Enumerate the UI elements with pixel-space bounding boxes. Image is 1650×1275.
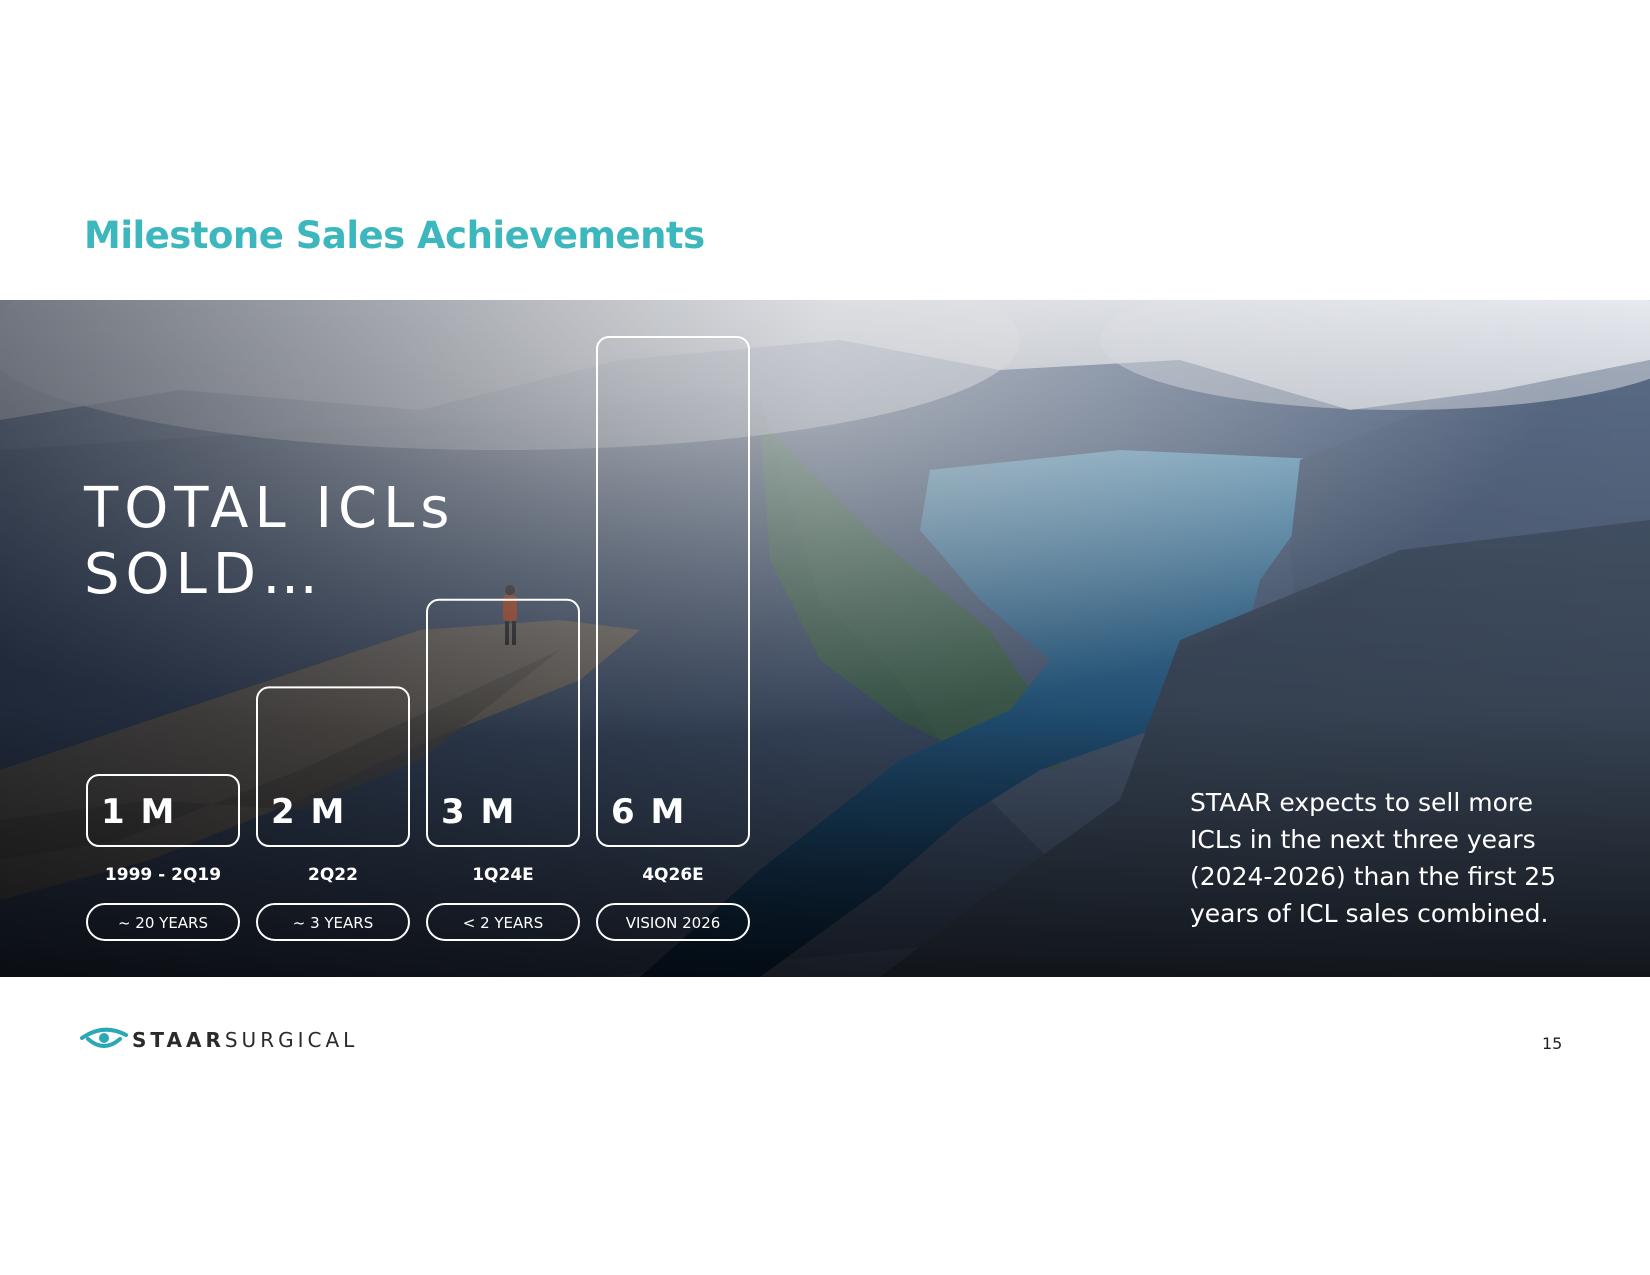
headline: TOTAL ICLs SOLD…: [84, 476, 455, 608]
bar-value-label: 2 M: [271, 792, 346, 832]
category-label: 1999 - 2Q19: [105, 865, 221, 885]
category-label: 2Q22: [308, 865, 358, 885]
bar-4q26e: [596, 336, 750, 847]
forecast-note: STAAR expects to sell more ICLs in the n…: [1190, 788, 1557, 928]
duration-label: ~ 3 YEARS: [293, 914, 374, 932]
staar-eye-logo-icon: [80, 1027, 128, 1048]
duration-label: VISION 2026: [626, 914, 721, 932]
category-label: 1Q24E: [472, 865, 534, 885]
bar-value-label: 6 M: [611, 792, 686, 832]
bar-value-label: 3 M: [441, 792, 516, 832]
headline-line-1: TOTAL ICLs: [84, 476, 456, 541]
page-number: 15: [1542, 1034, 1563, 1053]
duration-label: ~ 20 YEARS: [118, 914, 208, 932]
hero-image: 1 M 1999 - 2Q19 ~ 20 YEARS 2 M 2Q22 ~ 3 YEARS…: [0, 300, 1650, 977]
bar-value-label: 1 M: [101, 792, 176, 832]
duration-label: < 2 YEARS: [463, 914, 544, 932]
category-label: 4Q26E: [642, 865, 704, 885]
wordmark-light: SURGICAL: [224, 1028, 359, 1052]
wordmark-bold: STAAR: [132, 1028, 225, 1052]
headline-line-2: SOLD…: [84, 542, 324, 607]
company-wordmark: STAARSURGICAL: [132, 1028, 358, 1052]
slide-title: Milestone Sales Achievements: [84, 214, 705, 257]
